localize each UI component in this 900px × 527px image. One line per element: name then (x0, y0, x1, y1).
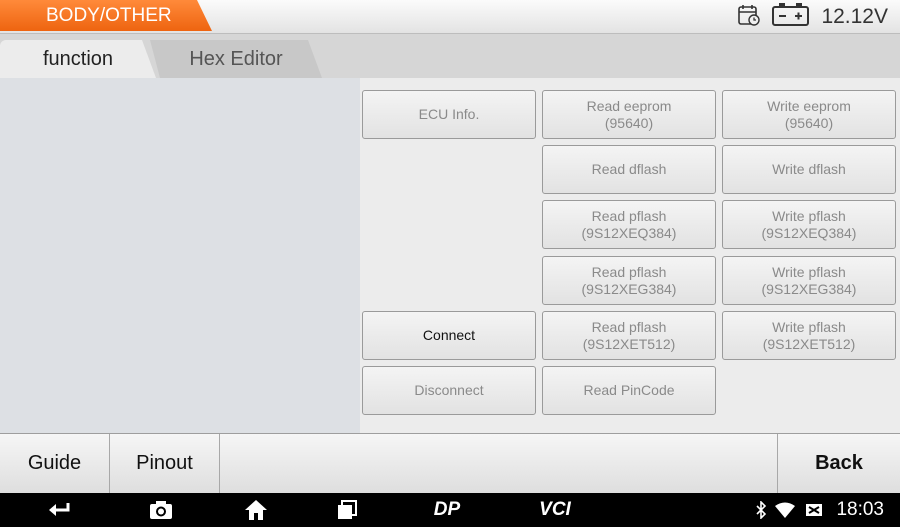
clock: 18:03 (836, 499, 884, 520)
button-label: Read pflash (591, 207, 667, 224)
button-label: Read pflash (591, 318, 667, 335)
button-label: Read dflash (591, 161, 667, 177)
button-sublabel: (9S12XEG384) (581, 280, 677, 297)
button-label: Read pflash (591, 263, 667, 280)
read-pincode-button[interactable]: Read PinCode (542, 366, 716, 415)
button-label: Read eeprom (586, 97, 672, 114)
wifi-icon (774, 498, 796, 522)
guide-button[interactable]: Guide (0, 434, 110, 493)
write-pflash-xeq-button[interactable]: Write pflash (9S12XEQ384) (722, 200, 896, 249)
recent-apps-icon[interactable] (334, 498, 360, 522)
dp-label: DP (433, 499, 461, 520)
write-pflash-xeg-button[interactable]: Write pflash (9S12XEG384) (722, 256, 896, 305)
read-eeprom-button[interactable]: Read eeprom (95640) (542, 90, 716, 139)
button-label: Write eeprom (767, 97, 851, 114)
sim-off-icon (803, 498, 825, 522)
button-label: Disconnect (414, 382, 484, 398)
pinout-button[interactable]: Pinout (110, 434, 220, 493)
read-pflash-xeg-button[interactable]: Read pflash (9S12XEG384) (542, 256, 716, 305)
button-sublabel: (9S12XET512) (582, 335, 676, 352)
module-title-tab: BODY/OTHER (0, 0, 212, 31)
tab-bar: Hex Editor function (0, 34, 900, 78)
button-sublabel: (9S12XEQ384) (581, 224, 677, 241)
connect-button[interactable]: Connect (362, 311, 536, 360)
button-label: Connect (422, 327, 476, 343)
button-sublabel: (9S12XEQ384) (761, 224, 857, 241)
dp-icon[interactable]: DP (425, 498, 469, 522)
module-title: BODY/OTHER (46, 5, 172, 26)
read-pflash-xeq-button[interactable]: Read pflash (9S12XEQ384) (542, 200, 716, 249)
camera-icon[interactable] (147, 498, 175, 522)
bottom-action-bar: Guide Pinout Back (0, 433, 900, 493)
system-nav-bar: DP VCI 18:03 (0, 493, 900, 527)
tab-label: function (42, 47, 114, 70)
tab-label: Hex Editor (189, 47, 283, 70)
button-label: Write dflash (772, 161, 846, 177)
write-pflash-xet-button[interactable]: Write pflash (9S12XET512) (722, 311, 896, 360)
button-label: ECU Info. (418, 106, 480, 122)
button-sublabel: (95640) (604, 114, 654, 131)
button-sublabel: (95640) (784, 114, 834, 131)
button-label: Back (815, 452, 863, 474)
status-area: 12.12V (737, 2, 888, 33)
tab-function[interactable]: function (0, 40, 156, 78)
ecu-info-button[interactable]: ECU Info. (362, 90, 536, 139)
top-bar: BODY/OTHER 12.12V (0, 0, 900, 34)
button-sublabel: (9S12XET512) (762, 335, 856, 352)
write-dflash-button[interactable]: Write dflash (722, 145, 896, 194)
vci-label: VCI (539, 499, 571, 520)
button-sublabel: (9S12XEG384) (761, 280, 857, 297)
battery-icon (771, 2, 811, 33)
button-label: Write pflash (772, 318, 846, 335)
calendar-clock-icon (737, 3, 761, 32)
home-icon[interactable] (242, 498, 270, 522)
tab-hex-editor[interactable]: Hex Editor (150, 40, 322, 78)
left-panel (0, 78, 360, 433)
read-dflash-button[interactable]: Read dflash (542, 145, 716, 194)
button-label: Guide (27, 452, 82, 474)
read-pflash-xet-button[interactable]: Read pflash (9S12XET512) (542, 311, 716, 360)
voltage-readout: 12.12V (821, 5, 888, 28)
button-label: Pinout (136, 452, 193, 474)
write-eeprom-button[interactable]: Write eeprom (95640) (722, 90, 896, 139)
back-button[interactable]: Back (777, 434, 900, 493)
vci-icon[interactable]: VCI (531, 498, 579, 522)
bluetooth-icon (754, 498, 768, 522)
button-label: Read PinCode (583, 382, 675, 398)
back-arrow-icon[interactable] (44, 498, 74, 522)
button-label: Write pflash (772, 207, 846, 224)
button-label: Write pflash (772, 263, 846, 280)
disconnect-button[interactable]: Disconnect (362, 366, 536, 415)
